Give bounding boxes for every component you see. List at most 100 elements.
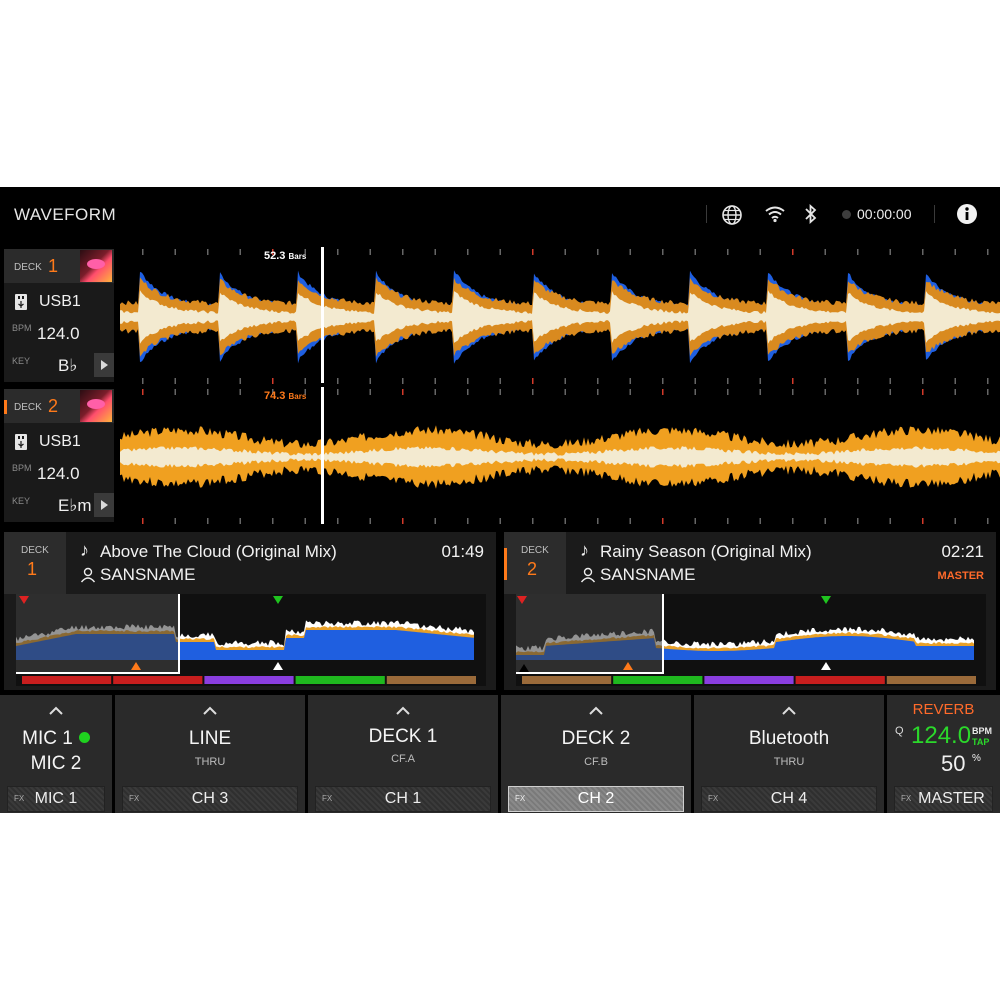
deck-2-playhead xyxy=(321,387,324,524)
key-menu-button[interactable] xyxy=(94,353,114,377)
mic-active-indicator xyxy=(78,732,90,743)
master-badge: MASTER xyxy=(937,570,984,582)
wifi-icon[interactable] xyxy=(764,205,786,223)
chevron-up-icon[interactable] xyxy=(782,705,796,715)
artist-icon xyxy=(80,567,96,583)
mic-1-label: MIC 1 xyxy=(0,728,112,750)
fx-channel-name: CH 3 xyxy=(191,790,229,807)
channel-line[interactable]: LINE THRU FX CH 3 xyxy=(115,695,305,813)
deck-number: 1 xyxy=(27,559,38,579)
album-art xyxy=(80,390,112,422)
deck-1-header: DECK 1 xyxy=(4,249,114,283)
track-time: 02:21 xyxy=(941,542,984,561)
fx-channel-name: CH 2 xyxy=(577,790,615,807)
mixer-screen: WAVEFORM 00:00:00 DECK 1 USB1 BPM 124.0 … xyxy=(0,187,1000,813)
beat-fx-panel[interactable]: REVERB Q 124.0 BPM TAP 50 % FX MASTER xyxy=(887,695,1000,813)
deck-2-header: DECK 2 xyxy=(4,389,114,423)
fx-target-master[interactable]: FX MASTER xyxy=(894,786,993,812)
deck-2-bars-counter: 74.3 Bars xyxy=(264,390,307,402)
fx-level-value: 50 xyxy=(941,751,966,776)
channel-routing: THRU xyxy=(194,756,226,768)
deck-2-waveform[interactable] xyxy=(120,387,1000,527)
usb-icon xyxy=(15,294,27,310)
globe-icon[interactable] xyxy=(721,204,743,226)
crossfader-assign: CF.B xyxy=(584,756,608,768)
elapsed-timer: 00:00:00 xyxy=(857,206,912,222)
deck-1-info-panel[interactable]: DECK 1 USB1 BPM 124.0 KEY B♭ xyxy=(4,249,114,382)
channel-deck-2[interactable]: DECK 2 CF.B FX CH 2 xyxy=(501,695,691,813)
quantize-indicator: Q xyxy=(895,725,904,737)
key-menu-button[interactable] xyxy=(94,493,114,517)
track-artist: SANSNAME xyxy=(600,565,696,584)
channel-name: DECK 2 xyxy=(561,728,631,749)
track-title: Above The Cloud (Original Mix) xyxy=(100,542,337,561)
fx-bpm-label: BPM xyxy=(972,726,992,736)
deck-1-badge: DECK 1 xyxy=(4,532,66,594)
bpm-value: 124.0 xyxy=(37,464,80,483)
deck-2-badge: DECK 2 xyxy=(504,532,566,594)
bluetooth-icon[interactable] xyxy=(804,204,818,224)
deck-1-overview-waveform[interactable] xyxy=(16,594,486,686)
fx-target: MASTER xyxy=(918,790,985,807)
bpm-label: BPM xyxy=(12,323,32,333)
record-indicator xyxy=(842,210,851,219)
album-art xyxy=(80,250,112,282)
deck-label: DECK xyxy=(14,262,42,273)
channel-routing: THRU xyxy=(773,756,805,768)
fx-select-deck-1[interactable]: FX CH 1 xyxy=(315,786,491,812)
deck-2-overview-waveform[interactable] xyxy=(516,594,986,686)
waveform-display[interactable]: 52.3 Bars 74.3 Bars xyxy=(120,247,1000,527)
tap-label[interactable]: TAP xyxy=(972,737,989,747)
deck-2-info-panel[interactable]: DECK 2 USB1 BPM 124.0 KEY E♭m xyxy=(4,389,114,522)
chevron-up-icon[interactable] xyxy=(589,705,603,715)
info-icon[interactable] xyxy=(956,203,978,225)
key-value: B♭ xyxy=(58,356,78,375)
fx-select-line[interactable]: FX CH 3 xyxy=(122,786,298,812)
channel-deck-1[interactable]: DECK 1 CF.A FX CH 1 xyxy=(308,695,498,813)
bpm-label: BPM xyxy=(12,463,32,473)
deck-2-track-card[interactable]: DECK 2 ♪ Rainy Season (Original Mix) SAN… xyxy=(504,532,996,690)
artist-icon xyxy=(580,567,596,583)
deck-label: DECK xyxy=(21,545,49,556)
active-deck-marker xyxy=(4,400,7,414)
bpm-value: 124.0 xyxy=(37,324,80,343)
track-time: 01:49 xyxy=(441,542,484,561)
mic-2-label: MIC 2 xyxy=(30,753,82,774)
header-divider xyxy=(706,205,707,223)
fx-level-unit: % xyxy=(972,753,981,764)
fx-channel-name: CH 1 xyxy=(384,790,422,807)
screen-title: WAVEFORM xyxy=(14,205,117,224)
active-deck-marker xyxy=(504,548,507,580)
track-artist: SANSNAME xyxy=(100,565,196,584)
fx-select-deck-2[interactable]: FX CH 2 xyxy=(508,786,684,812)
deck-label: DECK xyxy=(521,545,549,556)
chevron-up-icon[interactable] xyxy=(203,705,217,715)
channel-name: Bluetooth xyxy=(748,728,830,749)
deck-1-playhead xyxy=(321,247,324,383)
key-label: KEY xyxy=(12,496,31,506)
fx-channel-name: MIC 1 xyxy=(34,790,78,807)
channel-bluetooth[interactable]: Bluetooth THRU FX CH 4 xyxy=(694,695,884,813)
header-divider xyxy=(934,205,935,223)
chevron-up-icon[interactable] xyxy=(396,705,410,715)
music-note-icon: ♪ xyxy=(80,540,89,560)
fx-channel-name: CH 4 xyxy=(770,790,808,807)
deck-1-track-card[interactable]: DECK 1 ♪ Above The Cloud (Original Mix) … xyxy=(4,532,496,690)
channel-mic[interactable]: MIC 1 MIC 2 FX MIC 1 xyxy=(0,695,112,813)
deck-1-waveform[interactable] xyxy=(120,247,1000,387)
track-title: Rainy Season (Original Mix) xyxy=(600,542,812,561)
source-label: USB1 xyxy=(39,433,81,450)
fx-type[interactable]: REVERB xyxy=(887,701,1000,718)
music-note-icon: ♪ xyxy=(580,540,589,560)
deck-number: 1 xyxy=(48,256,59,276)
deck-number: 2 xyxy=(48,396,59,416)
fx-select-bluetooth[interactable]: FX CH 4 xyxy=(701,786,877,812)
fx-bpm-value: 124.0 xyxy=(911,722,972,749)
chevron-up-icon[interactable] xyxy=(49,705,63,715)
crossfader-assign: CF.A xyxy=(391,753,415,765)
key-value: E♭m xyxy=(58,496,92,515)
fx-select-mic[interactable]: FX MIC 1 xyxy=(7,786,105,812)
deck-1-bars-counter: 52.3 Bars xyxy=(264,250,307,262)
usb-icon xyxy=(15,434,27,450)
channel-name: DECK 1 xyxy=(368,726,438,747)
